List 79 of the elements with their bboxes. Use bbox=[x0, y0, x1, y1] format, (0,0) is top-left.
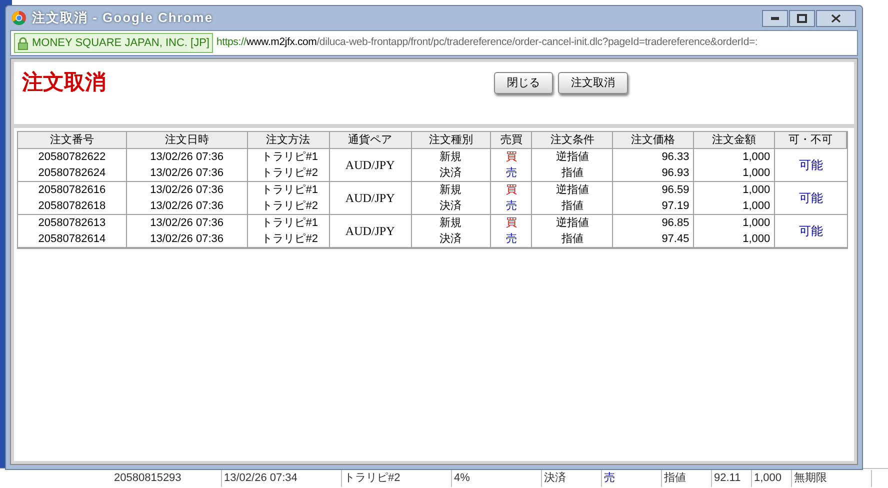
table-cell-text: 決済 bbox=[438, 232, 463, 247]
table-cell-text: AUD/JPY bbox=[345, 157, 395, 174]
table-cell-text: トラリピ#2 bbox=[260, 166, 319, 181]
table-cell-text: AUD/JPY bbox=[345, 223, 395, 240]
table-cell-text: 20580782622 bbox=[37, 150, 107, 165]
minimize-icon bbox=[771, 16, 779, 20]
address-bar[interactable]: MONEY SQUARE JAPAN, INC. [JP] https://www.m2jfx.com/diluca-web-frontapp/front/pc/tradereference/order-cancel-init.dlc?pageId=tradereference&orderId=: bbox=[10, 30, 858, 56]
column-header: 可・不可 bbox=[775, 132, 848, 148]
maximize-icon bbox=[797, 14, 807, 22]
table-cell-text: 13/02/26 07:36 bbox=[149, 183, 224, 198]
table-cell-text: 97.19 bbox=[660, 199, 690, 214]
table-cell-text: 逆指値 bbox=[554, 216, 590, 231]
table-cell-text: 売 bbox=[504, 232, 518, 247]
table-cell-text: 13/02/26 07:36 bbox=[149, 166, 224, 181]
table-cell-text: 97.45 bbox=[660, 232, 690, 247]
site-identity-badge[interactable]: MONEY SQUARE JAPAN, INC. [JP] bbox=[14, 33, 214, 53]
table-cell-text: 可能 bbox=[799, 157, 824, 174]
table-cell-text: 20580782613 bbox=[37, 216, 107, 231]
table-cell-text: 指値 bbox=[560, 199, 584, 214]
close-icon bbox=[831, 14, 841, 22]
table-cell-text: 1,000 bbox=[742, 183, 772, 198]
table-cell-text: 20580782624 bbox=[37, 166, 107, 181]
table-cell-text: 指値 bbox=[560, 232, 584, 247]
action-button[interactable]: 注文取消 bbox=[558, 72, 628, 94]
table-cell-text: 買 bbox=[504, 216, 518, 231]
table-cell-text: 新規 bbox=[438, 216, 463, 231]
table-cell-text: 96.85 bbox=[660, 216, 690, 231]
table-cell-text: 13/02/26 07:36 bbox=[149, 232, 224, 247]
url-text: https://www.m2jfx.com/diluca-web-frontapp/front/pc/tradereference/order-cancel-init.dlc?pageId=tradereference&orderId=: bbox=[216, 35, 758, 50]
page-heading: 注文取消 bbox=[22, 70, 106, 96]
table-cell-text: 96.93 bbox=[660, 166, 690, 181]
column-header: 注文価格 bbox=[613, 132, 694, 148]
table-cell-text: トラリピ#1 bbox=[260, 183, 319, 198]
table-cell-text: 1,000 bbox=[742, 150, 772, 165]
table-cell-text: 20580782618 bbox=[37, 199, 107, 214]
window-title: 注文取消 - Google Chrome bbox=[32, 9, 214, 28]
column-header: 注文番号 bbox=[18, 132, 127, 148]
browser-logo-icon bbox=[12, 11, 26, 25]
table-cell-text: 20580782616 bbox=[37, 183, 107, 198]
table-cell-text: 13/02/26 07:36 bbox=[149, 216, 224, 231]
table-cell-text: 1,000 bbox=[742, 232, 772, 247]
table-cell-text: 指値 bbox=[560, 166, 584, 181]
table-cell-text: トラリピ#1 bbox=[260, 216, 319, 231]
table-cell-text: AUD/JPY bbox=[345, 190, 395, 207]
table-cell-text: 20580782614 bbox=[37, 232, 107, 247]
column-header: 注文条件 bbox=[532, 132, 614, 148]
table-cell-text: 買 bbox=[504, 183, 518, 198]
table-cell-text: 売 bbox=[504, 199, 518, 214]
table-cell-text: トラリピ#2 bbox=[260, 199, 319, 214]
maximize-button[interactable] bbox=[789, 10, 815, 26]
table-cell-text: 決済 bbox=[438, 198, 463, 214]
table-cell-text: 決済 bbox=[438, 166, 463, 181]
table-cell-text: 買 bbox=[504, 150, 518, 165]
table-cell-text: 96.59 bbox=[660, 183, 690, 198]
column-header: 注文日時 bbox=[126, 132, 248, 148]
table-cell-text: 売 bbox=[504, 166, 518, 181]
table-cell-text: トラリピ#1 bbox=[260, 150, 319, 165]
table-cell-text: 新規 bbox=[438, 182, 463, 198]
table-cell-text: 13/02/26 07:36 bbox=[149, 150, 224, 165]
close-button[interactable] bbox=[816, 10, 856, 26]
action-button[interactable]: 閉じる bbox=[494, 72, 553, 94]
table-cell-text: 1,000 bbox=[742, 199, 772, 214]
column-header: 注文方法 bbox=[248, 132, 330, 148]
lock-icon bbox=[18, 36, 28, 50]
table-cell-text: 96.33 bbox=[660, 150, 690, 165]
table-cell-text: 可能 bbox=[799, 190, 824, 207]
column-header: 通貨ペア bbox=[330, 132, 412, 148]
table-cell-text: 1,000 bbox=[742, 216, 772, 231]
table-cell-text: トラリピ#2 bbox=[260, 232, 319, 247]
table-cell-text: 新規 bbox=[438, 150, 463, 165]
column-header: 注文種別 bbox=[412, 132, 492, 148]
column-header: 注文金額 bbox=[694, 132, 776, 148]
table-cell-text: 13/02/26 07:36 bbox=[149, 199, 224, 214]
table-cell-text: 可能 bbox=[799, 223, 824, 240]
minimize-button[interactable] bbox=[762, 10, 788, 26]
table-cell-text: 逆指値 bbox=[554, 150, 590, 165]
table-cell-text: 1,000 bbox=[742, 166, 772, 181]
column-header: 売買 bbox=[491, 132, 532, 148]
table-cell-text: 逆指値 bbox=[554, 182, 590, 198]
